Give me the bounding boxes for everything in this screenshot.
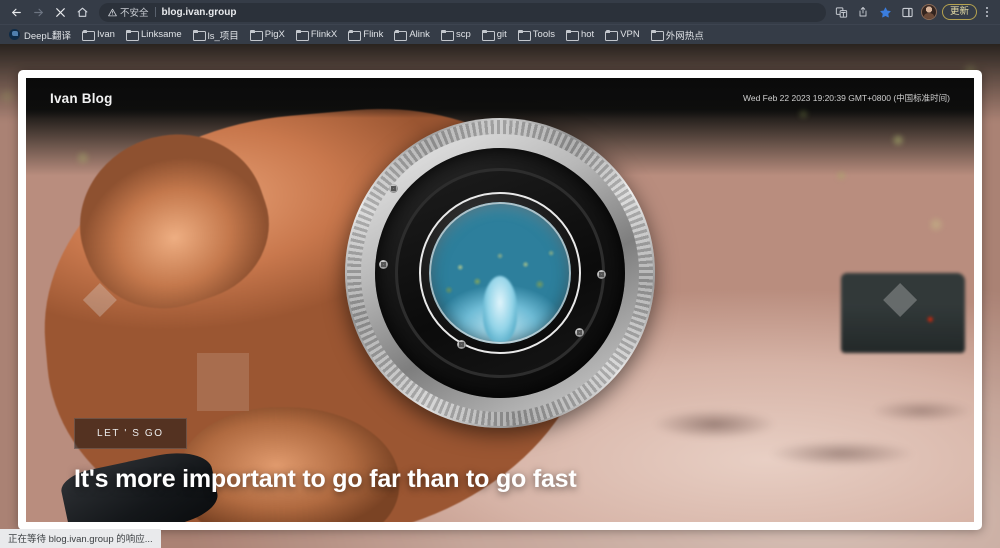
bookmark-label: DeepL翻译 [24, 30, 71, 42]
share-button[interactable] [854, 3, 873, 22]
bookmark-label: git [496, 29, 507, 40]
bookmark-label: 外网热点 [665, 30, 704, 42]
folder-icon [348, 30, 362, 41]
bookmark-button[interactable] [876, 3, 895, 22]
site-title: Ivan Blog [50, 90, 113, 106]
star-icon [880, 7, 891, 17]
folder-icon [249, 30, 263, 41]
bookmark-item[interactable]: DeepL翻译 [4, 27, 76, 43]
bookmark-label: VPN [620, 29, 640, 40]
browser-toolbar: 不安全 blog.ivan.group 更新 [0, 0, 1000, 24]
camera-lens [345, 118, 655, 429]
blog-header: Ivan Blog Wed Feb 22 2023 19:20:39 GMT+0… [26, 78, 974, 118]
bookmark-item[interactable]: Alink [389, 28, 435, 41]
side-panel-icon [902, 7, 913, 17]
close-icon [55, 7, 65, 17]
bookmark-item[interactable]: ls_项目 [188, 27, 244, 43]
address-bar[interactable]: 不安全 blog.ivan.group [99, 2, 826, 22]
folder-icon [650, 30, 664, 41]
bookmark-item[interactable]: hot [561, 28, 599, 41]
decorative-square [196, 353, 249, 412]
menu-dot [986, 15, 988, 17]
folder-icon [565, 30, 579, 41]
hero-card-frame: Ivan Blog Wed Feb 22 2023 19:20:39 GMT+0… [18, 70, 982, 530]
bookmark-label: ls_项目 [207, 30, 239, 42]
bookmark-item[interactable]: 外网热点 [646, 27, 709, 43]
forward-arrow-icon [33, 8, 43, 16]
translate-icon [835, 6, 848, 18]
bookmark-item[interactable]: git [477, 28, 512, 41]
bookmark-item[interactable]: FlinkX [291, 28, 342, 41]
bookmark-item[interactable]: Flink [343, 28, 388, 41]
deepl-icon [9, 29, 20, 40]
lens-glass [429, 202, 571, 345]
back-arrow-icon [11, 8, 21, 16]
bookmark-label: scp [455, 29, 471, 40]
folder-icon [82, 30, 95, 41]
back-button[interactable] [6, 2, 26, 22]
lens-glass-rim [429, 202, 571, 344]
bookmark-label: Tools [532, 29, 555, 40]
menu-dot [986, 7, 988, 9]
current-date: Wed Feb 22 2023 19:20:39 GMT+0800 (中国标准时… [742, 93, 950, 103]
bookmark-label: FlinkX [310, 29, 338, 40]
url-text: blog.ivan.group [161, 6, 237, 18]
hero-card: Ivan Blog Wed Feb 22 2023 19:20:39 GMT+0… [26, 78, 974, 522]
security-warning[interactable]: 不安全 [108, 5, 149, 19]
browser-menu-button[interactable] [980, 3, 994, 22]
browser-window: 不安全 blog.ivan.group 更新 DeepL翻译 Ivan Link… [0, 0, 1000, 548]
lens-screw [575, 328, 584, 338]
bookmark-label: PigX [264, 29, 285, 40]
omnibox-divider [154, 7, 156, 17]
folder-icon [481, 30, 495, 41]
bookmark-item[interactable]: scp [436, 28, 476, 41]
lens-screw [457, 340, 466, 350]
menu-dot [986, 11, 988, 13]
home-button[interactable] [72, 2, 92, 22]
folder-icon [440, 30, 454, 41]
folder-icon [605, 30, 619, 41]
avatar [921, 4, 938, 20]
bookmark-label: hot [580, 29, 595, 40]
stop-button[interactable] [50, 2, 70, 22]
security-label: 不安全 [120, 8, 149, 19]
forward-button[interactable] [28, 2, 48, 22]
lens-screw [379, 260, 388, 270]
browser-chrome: 不安全 blog.ivan.group 更新 DeepL翻译 Ivan Link… [0, 0, 1000, 44]
bookmark-label: Ivan [97, 29, 115, 40]
profile-button[interactable] [920, 3, 939, 22]
status-bar: 正在等待 blog.ivan.group 的响应... [0, 529, 161, 548]
folder-icon [517, 30, 531, 41]
folder-icon [295, 30, 309, 41]
page-viewport: Ivan Blog Wed Feb 22 2023 19:20:39 GMT+0… [0, 44, 1000, 548]
hero-heading: It's more important to go far than to go… [74, 465, 577, 493]
bookmark-label: Alink [409, 29, 430, 40]
bookmark-label: Flink [363, 29, 384, 40]
update-button[interactable]: 更新 [941, 4, 977, 20]
bookmark-item[interactable]: Tools [513, 28, 560, 41]
lets-go-button[interactable]: LET ' S GO [74, 418, 187, 449]
bookmark-item[interactable]: PigX [245, 28, 290, 41]
folder-icon [192, 30, 206, 41]
share-icon [860, 7, 867, 17]
side-panel-button[interactable] [898, 3, 917, 22]
bookmark-item[interactable]: VPN [600, 28, 645, 41]
translate-button[interactable] [832, 3, 851, 22]
toolbar-actions: 更新 [832, 3, 994, 22]
folder-icon [394, 30, 408, 41]
lens-screw [597, 270, 606, 280]
bookmark-item[interactable]: Linksame [121, 28, 187, 41]
warning-triangle-icon [108, 8, 117, 16]
bookmark-label: Linksame [140, 29, 182, 40]
bookmark-item[interactable]: Ivan [77, 28, 120, 41]
home-icon [77, 7, 87, 17]
bookmarks-bar: DeepL翻译 Ivan Linksame ls_项目 PigX FlinkX Flink A… [0, 24, 1000, 44]
lens-screw [389, 184, 398, 194]
navigation-buttons [6, 2, 92, 22]
hero-copy: LET ' S GO It's more important to go far… [74, 418, 577, 494]
folder-icon [125, 30, 139, 41]
